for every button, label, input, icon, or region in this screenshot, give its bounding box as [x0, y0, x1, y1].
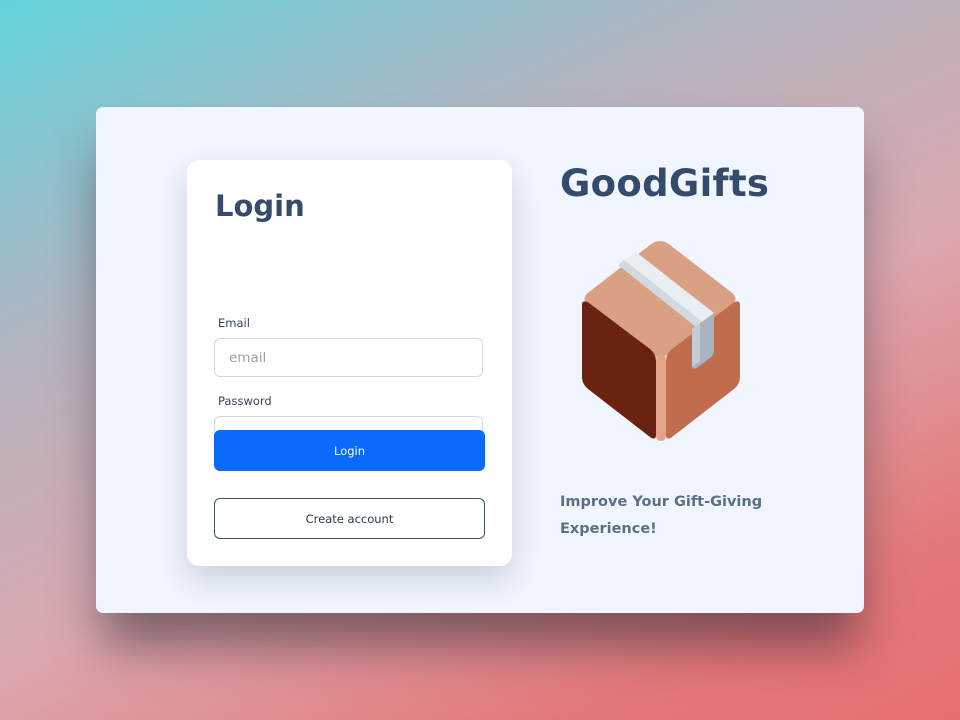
login-button[interactable]: Login: [214, 430, 485, 471]
login-title: Login: [215, 189, 305, 223]
email-label: Email: [218, 316, 250, 330]
package-box-icon: [582, 241, 740, 441]
login-panel: Login Email Password Login Create accoun…: [96, 107, 864, 613]
tagline: Improve Your Gift-Giving Experience!: [560, 494, 763, 537]
email-input[interactable]: [214, 338, 483, 377]
password-label: Password: [218, 394, 272, 408]
brand-title: GoodGifts: [560, 162, 770, 205]
create-account-button[interactable]: Create account: [214, 498, 485, 539]
login-form-card: Login Email Password Login Create accoun…: [187, 160, 512, 566]
